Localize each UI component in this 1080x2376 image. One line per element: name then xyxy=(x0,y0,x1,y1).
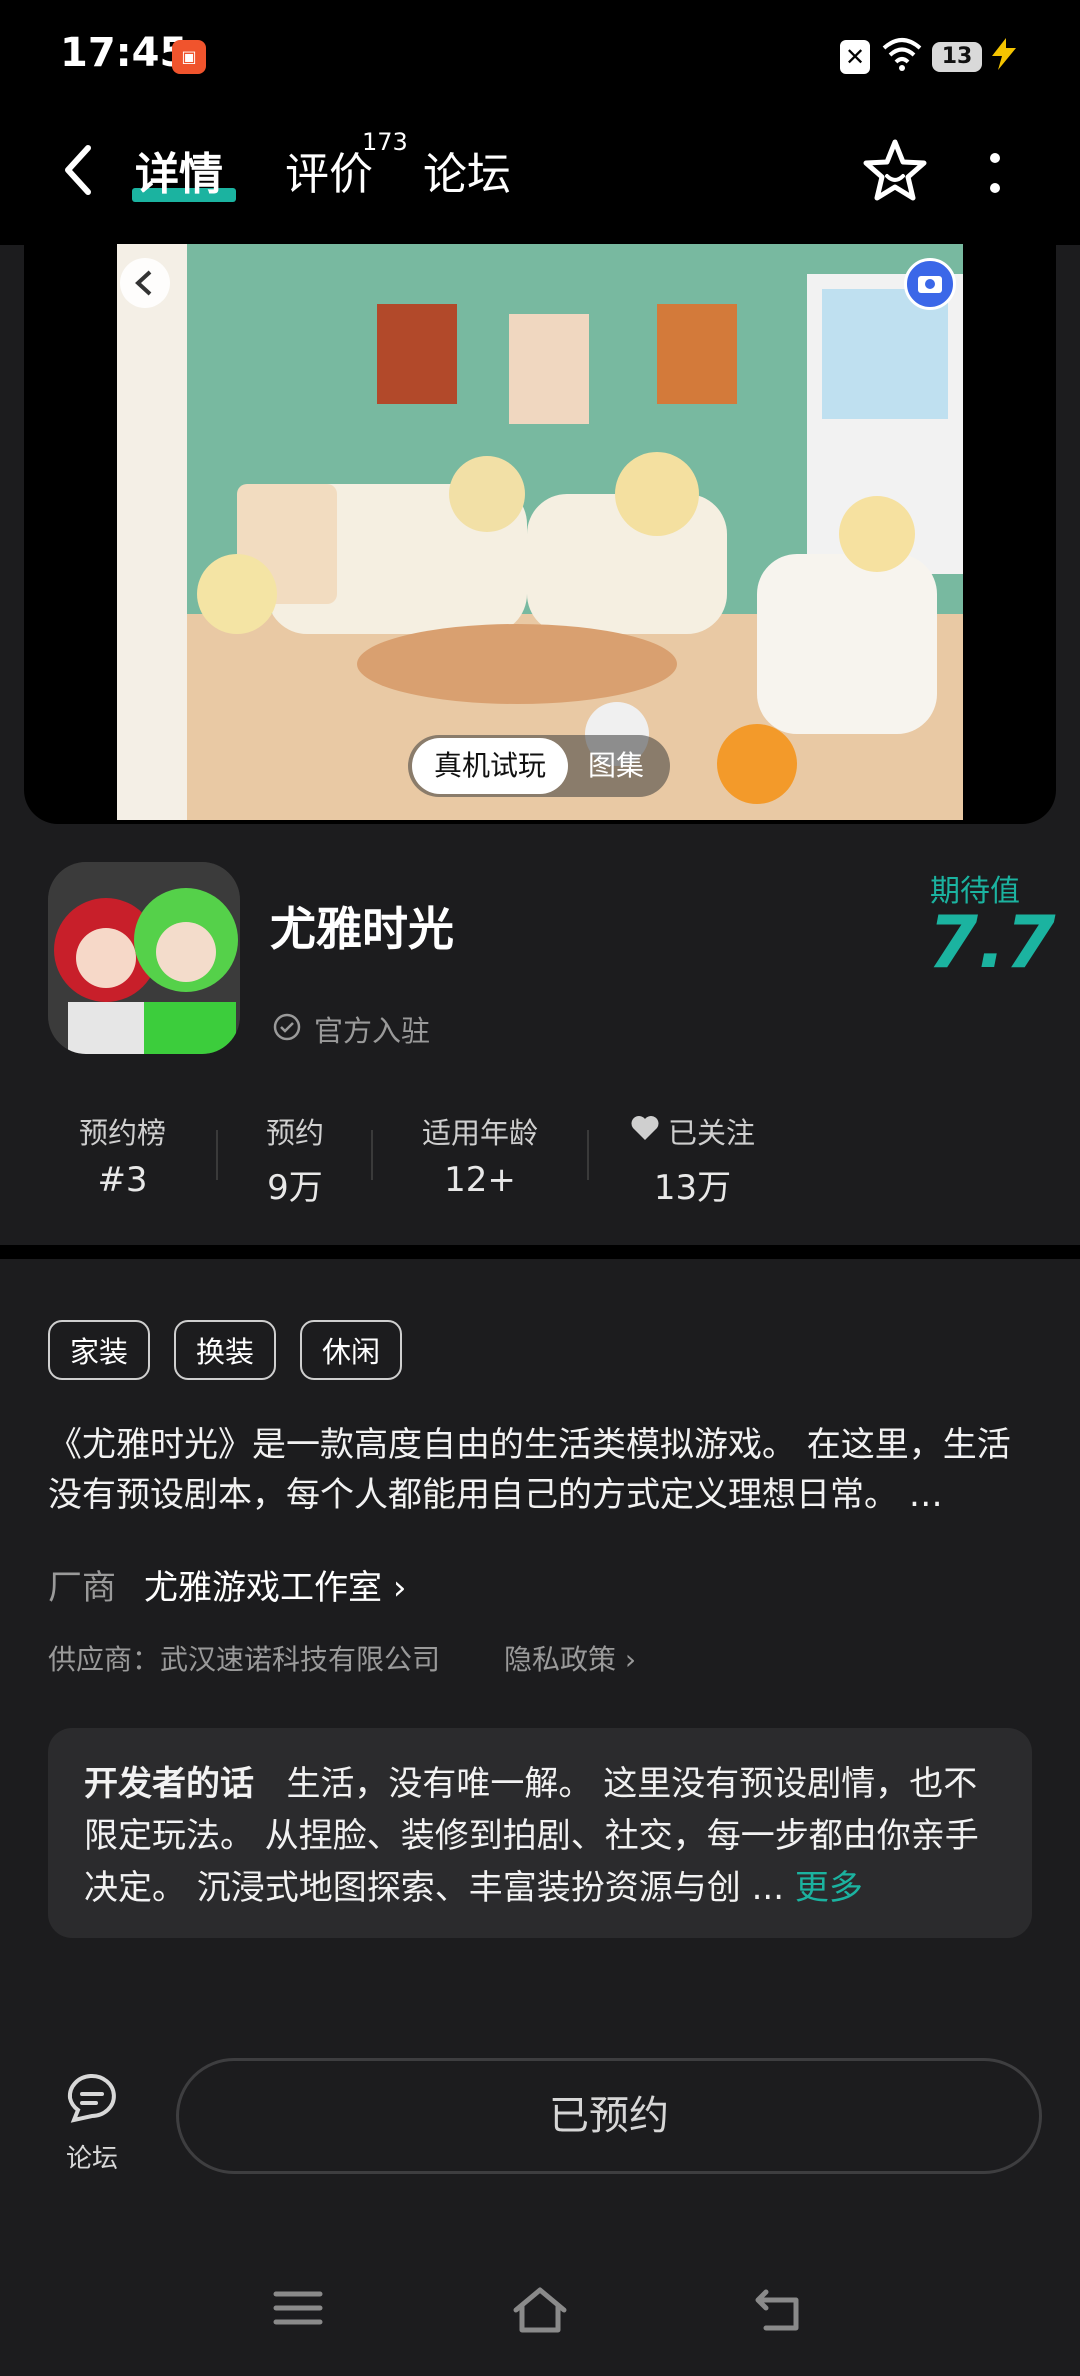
chip-gallery[interactable]: 图集 xyxy=(588,738,644,794)
stat-rank-value: #3 xyxy=(97,1160,148,1200)
expectation-score: 7.7 xyxy=(928,900,1056,984)
review-count-badge: 173 xyxy=(362,128,408,156)
charging-icon xyxy=(992,38,1016,70)
app-name: 尤雅时光 xyxy=(270,902,454,956)
developer-note-more-link[interactable]: 更多 xyxy=(795,1868,863,1908)
vendor-label: 厂商 xyxy=(48,1568,116,1608)
more-options-icon[interactable] xyxy=(985,148,1005,198)
back-icon[interactable] xyxy=(58,140,98,200)
wifi-icon xyxy=(882,38,922,71)
status-time: 17:45 xyxy=(60,30,188,76)
stat-reserve-value: 9万 xyxy=(267,1168,323,1208)
official-label: 官方入驻 xyxy=(314,1014,431,1048)
chevron-right-icon: › xyxy=(624,1643,637,1676)
back-nav-icon[interactable] xyxy=(752,2286,808,2334)
stat-divider xyxy=(216,1130,218,1180)
vendor-name: 尤雅游戏工作室 xyxy=(144,1568,382,1608)
tab-forum[interactable]: 论坛 xyxy=(423,138,511,202)
tag-home-decor[interactable]: 家装 xyxy=(48,1320,151,1380)
heart-icon xyxy=(631,1116,659,1140)
chip-real-device-trial[interactable]: 真机试玩 xyxy=(412,738,569,794)
developer-note: 开发者的话 生活，没有唯一解。 这里没有预设剧情，也不限定玩法。 从捏脸、装修到… xyxy=(84,1758,1008,1914)
home-nav-icon[interactable] xyxy=(510,2286,570,2334)
verified-check-icon xyxy=(273,1013,301,1041)
supplier-info: 供应商：武汉速诺科技有限公司 xyxy=(48,1643,441,1676)
tab-review[interactable]: 评价 xyxy=(285,138,373,202)
section-divider xyxy=(0,1245,1080,1259)
media-prev-button[interactable] xyxy=(120,258,170,308)
app-notification-icon: ▣ xyxy=(172,40,206,74)
camera-icon[interactable] xyxy=(904,258,956,310)
stat-divider xyxy=(371,1130,373,1180)
developer-note-title: 开发者的话 xyxy=(84,1764,254,1804)
game-description[interactable]: 《尤雅时光》是一款高度自由的生活类模拟游戏。 在这里，生活没有预设剧本，每个人都… xyxy=(48,1420,1032,1520)
privacy-policy-link[interactable]: 隐私政策 › xyxy=(504,1638,636,1678)
stat-age-label: 适用年龄 xyxy=(421,1116,538,1150)
app-icon xyxy=(48,862,240,1054)
privacy-label: 隐私政策 xyxy=(504,1643,617,1676)
game-screenshot[interactable] xyxy=(117,244,963,820)
sim-icon: ✕ xyxy=(840,40,870,74)
stat-reserve-label: 预约 xyxy=(265,1116,324,1150)
vendor-link[interactable]: 尤雅游戏工作室 › xyxy=(144,1560,406,1609)
reserved-button[interactable]: 已预约 xyxy=(176,2058,1042,2174)
chevron-right-icon: › xyxy=(392,1568,407,1608)
stat-divider xyxy=(587,1130,589,1180)
tag-dress-up[interactable]: 换装 xyxy=(174,1320,277,1380)
tab-detail[interactable]: 详情 xyxy=(135,138,223,202)
battery-icon: 13 xyxy=(932,42,982,72)
tag-casual[interactable]: 休闲 xyxy=(300,1320,403,1380)
stat-follow-value: 13万 xyxy=(653,1168,732,1208)
stat-follow-label: 已关注 xyxy=(668,1116,756,1150)
forum-label[interactable]: 论坛 xyxy=(66,2138,118,2175)
stat-rank-label: 预约榜 xyxy=(78,1116,166,1150)
stat-age-value: 12+ xyxy=(444,1160,516,1200)
menu-nav-icon[interactable] xyxy=(270,2286,326,2330)
forum-icon[interactable] xyxy=(62,2068,122,2124)
favorite-star-icon[interactable] xyxy=(860,136,930,206)
